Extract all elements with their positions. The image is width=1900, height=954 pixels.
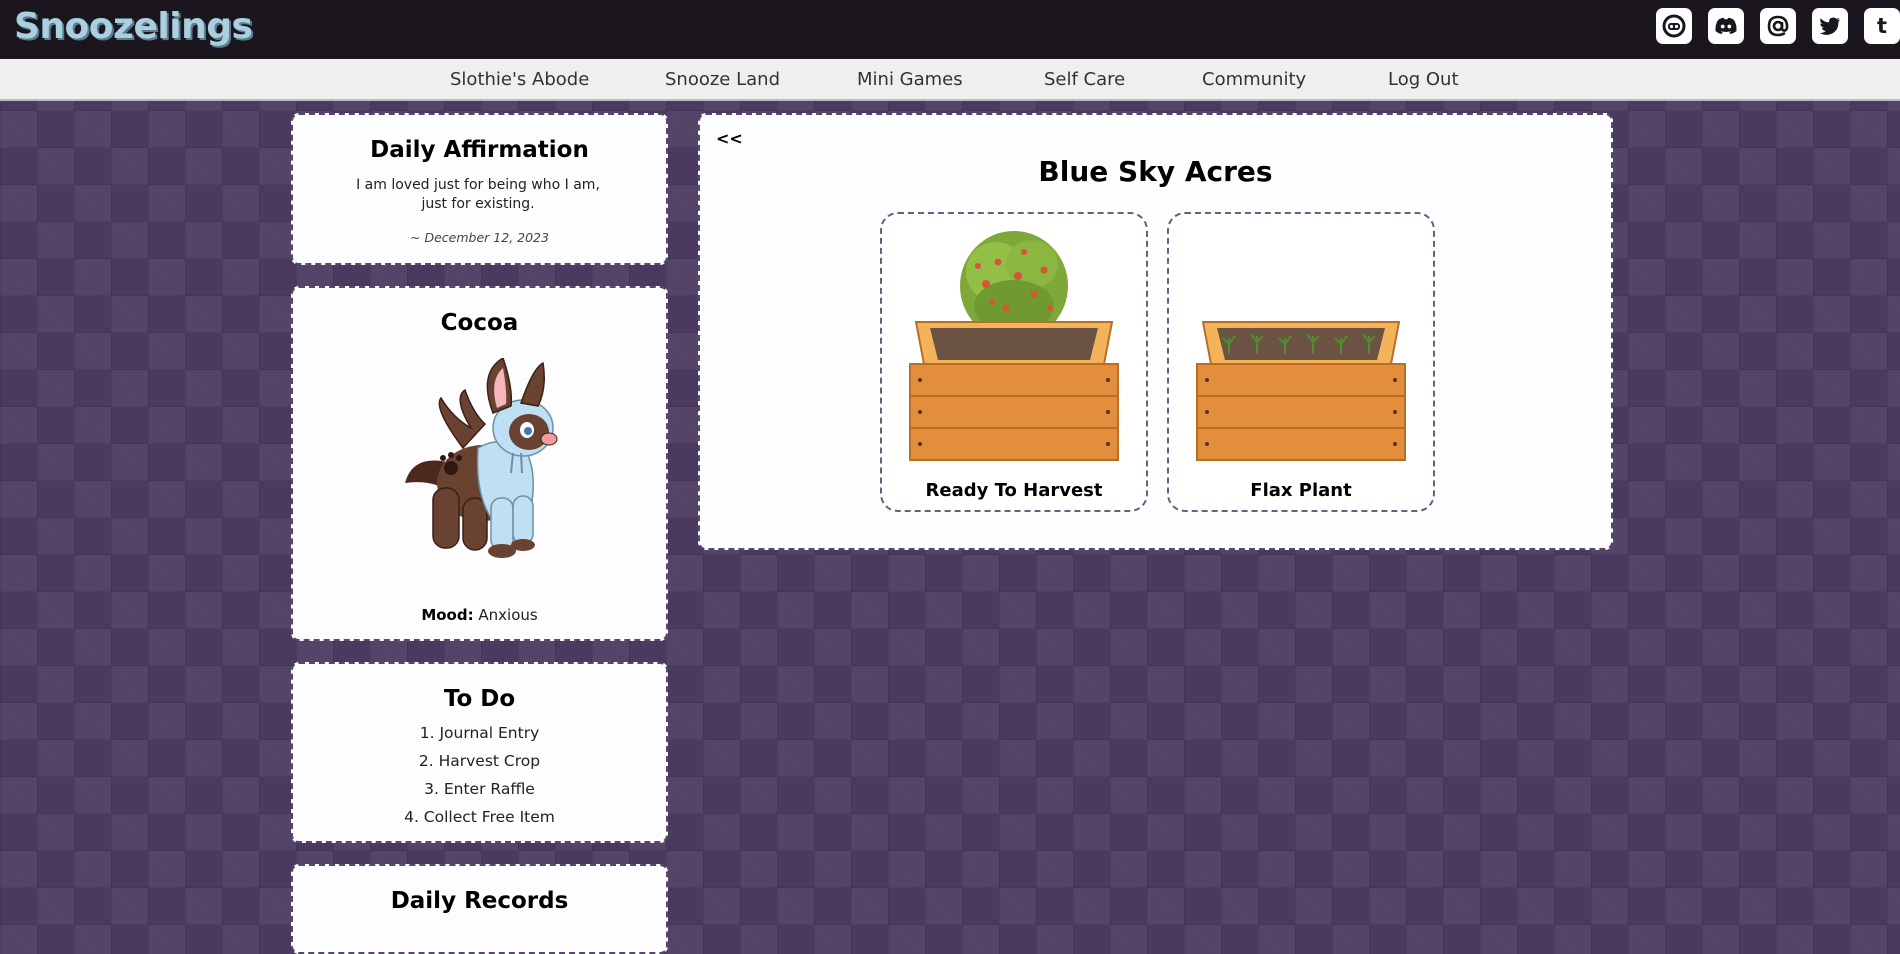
pet-name: Cocoa (440, 310, 519, 336)
nav-self-care[interactable]: Self Care (1044, 69, 1125, 90)
site-logo[interactable]: Snoozelings (14, 6, 253, 47)
todo-item[interactable]: 1. Journal Entry (293, 719, 666, 747)
farm-plot-ready[interactable]: Ready To Harvest (880, 212, 1148, 512)
nav-slothies-abode[interactable]: Slothie's Abode (450, 69, 589, 90)
todo-item[interactable]: 4. Collect Free Item (293, 803, 666, 831)
farm-panel: << Blue Sky Acres Ready To Harvest Flax … (698, 113, 1613, 550)
mood-value: Anxious (478, 606, 538, 624)
social-links: t (1656, 8, 1900, 44)
todo-item[interactable]: 3. Enter Raffle (293, 775, 666, 803)
todo-list: 1. Journal Entry 2. Harvest Crop 3. Ente… (293, 719, 666, 831)
nav-snooze-land[interactable]: Snooze Land (665, 69, 780, 90)
affirmation-panel: Daily Affirmation I am loved just for be… (291, 113, 668, 265)
todo-item[interactable]: 2. Harvest Crop (293, 747, 666, 775)
back-button[interactable]: << (716, 129, 743, 148)
twitter-icon[interactable] (1812, 8, 1848, 44)
cohost-icon[interactable] (1656, 8, 1692, 44)
farm-title: Blue Sky Acres (1038, 155, 1273, 188)
tumblr-glyph: t (1876, 14, 1888, 38)
discord-icon[interactable] (1708, 8, 1744, 44)
affirmation-date: ~ December 12, 2023 (410, 230, 549, 245)
nav-community[interactable]: Community (1202, 69, 1306, 90)
main-nav: Slothie's Abode Snooze Land Mini Games S… (0, 59, 1900, 101)
affirmation-title: Daily Affirmation (370, 137, 589, 163)
nav-mini-games[interactable]: Mini Games (857, 69, 963, 90)
records-title: Daily Records (390, 888, 569, 914)
plot-label: Ready To Harvest (925, 480, 1103, 501)
bush-planter-image (909, 231, 1119, 461)
tumblr-icon[interactable]: t (1864, 8, 1900, 44)
top-bar: Snoozelings t (0, 0, 1900, 59)
pet-image[interactable] (393, 358, 573, 578)
sprout-planter-image (1196, 321, 1406, 461)
records-panel: Daily Records (291, 864, 668, 954)
affirmation-text: I am loved just for being who I am, just… (356, 177, 600, 212)
plot-label: Flax Plant (1250, 480, 1352, 501)
threads-icon[interactable] (1760, 8, 1796, 44)
todo-title: To Do (443, 686, 516, 712)
pet-mood: Mood: Anxious (293, 606, 666, 624)
pet-panel: Cocoa Mood: Anxious (291, 286, 668, 641)
farm-plot-flax[interactable]: Flax Plant (1167, 212, 1435, 512)
mood-label: Mood: (421, 606, 474, 624)
nav-log-out[interactable]: Log Out (1388, 69, 1459, 90)
todo-panel: To Do 1. Journal Entry 2. Harvest Crop 3… (291, 662, 668, 843)
